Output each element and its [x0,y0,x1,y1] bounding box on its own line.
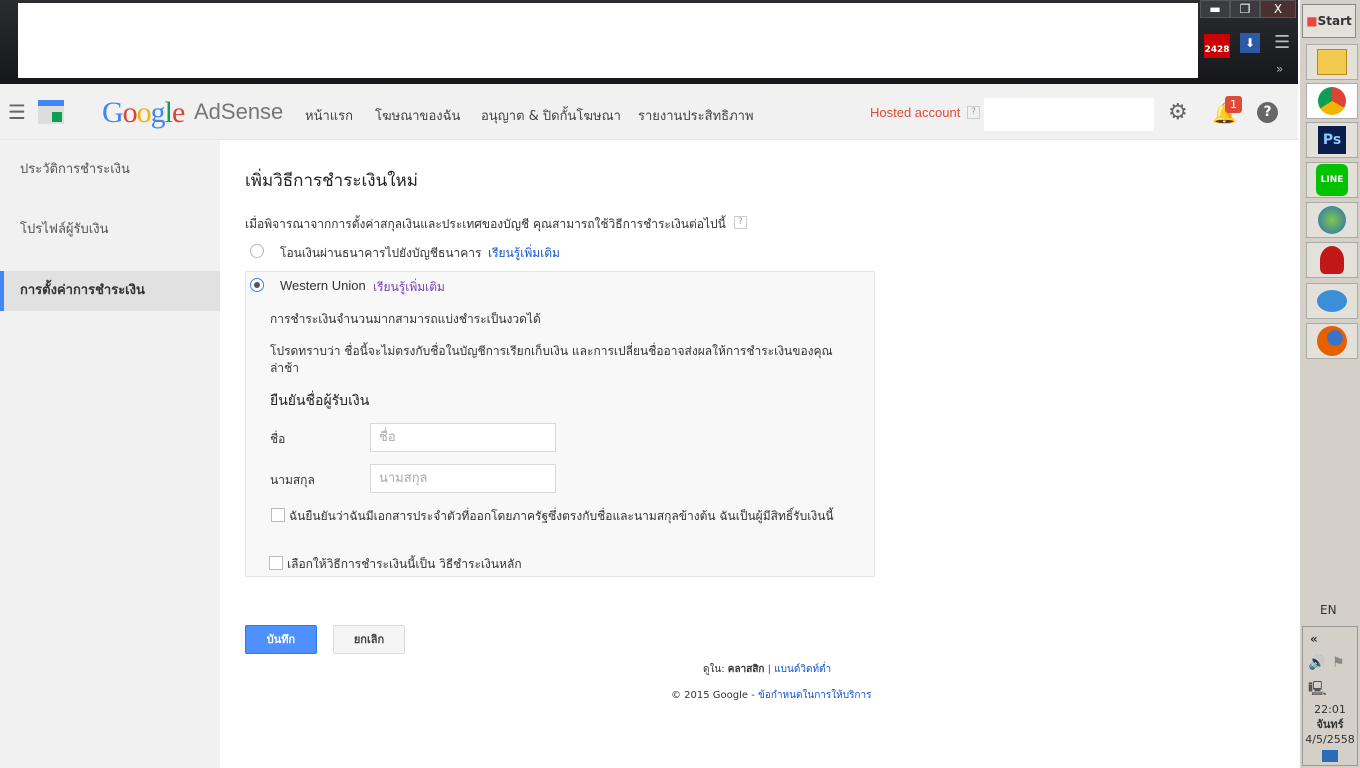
last-name-label: นามสกุล [270,473,315,487]
account-box[interactable] [984,98,1154,131]
western-union-radio[interactable] [250,278,264,292]
confirm-identity-checkbox[interactable] [271,508,285,522]
footer-copyright: © 2015 Google - ข้อกำหนดในการให้บริการ [671,688,871,703]
mail-count: 2428 [1204,45,1230,55]
download-icon[interactable]: ⬇ [1240,33,1260,53]
last-name-input[interactable] [370,464,556,493]
first-name-input[interactable] [370,423,556,452]
nav-home[interactable]: หน้าแรก [305,105,353,126]
chat-icon[interactable] [1306,283,1358,319]
help-circle-icon[interactable]: ? [1257,102,1278,123]
settings-gear-icon[interactable]: ⚙ [1168,100,1188,125]
view-mode: ดูใน: คลาสสิก | แบนด์วิดท์ต่ำ [703,662,831,677]
nav-allow-block-ads[interactable]: อนุญาต & ปิดกั้นโฆษณา [481,105,621,126]
menu-icon[interactable]: ☰ [1274,32,1290,53]
clock[interactable]: 22:01 จันทร์ 4/5/2558 [1302,702,1358,747]
installments-note: การชำระเงินจำนวนมากสามารถแบ่งชำระเป็นงวด… [270,312,541,326]
view-in-label: ดูใน: [703,664,725,675]
page-title: เพิ่มวิธีการชำระเงินใหม่ [245,171,418,191]
network-icon[interactable]: 🖳 [1308,678,1327,702]
bookmarks-more[interactable]: » [1276,62,1283,76]
chrome-icon[interactable] [1306,83,1358,119]
low-bandwidth-link[interactable]: แบนด์วิดท์ต่ำ [774,664,831,675]
save-button[interactable]: บันทึก [245,625,317,654]
adsense-logo-text: AdSense [194,99,284,124]
first-name-label: ชื่อ [270,432,286,446]
apps-icon[interactable] [38,100,64,124]
nav-performance-reports[interactable]: รายงานประสิทธิภาพ [638,105,754,126]
confirm-identity-label: ฉันยืนยันว่าฉันมีเอกสารประจำตัวที่ออกโดย… [289,509,834,523]
bank-transfer-learn-more-link[interactable]: เรียนรู้เพิ่มเติม [488,244,560,263]
cancel-button[interactable]: ยกเลิก [333,625,405,654]
hamburger-menu-icon[interactable]: ☰ [8,102,26,122]
redacted-area [18,3,1198,78]
western-union-label: Western Union [280,278,366,293]
sidebar-item-payment-settings[interactable]: การตั้งค่าการชำระเงิน [0,271,220,311]
minimize-button[interactable]: ▬ [1200,0,1230,18]
primary-method-label: เลือกให้วิธีการชำระเงินนี้เป็น วิธีชำระเ… [287,557,522,571]
language-indicator[interactable]: EN [1320,603,1337,617]
explorer-icon[interactable] [1306,44,1358,80]
intro-text: เมื่อพิจารณาจากการตั้งค่าสกุลเงินและประเ… [245,217,726,231]
nav-my-ads[interactable]: โฆษณาของฉัน [375,105,460,126]
sidebar-item-payment-history[interactable]: ประวัติการชำระเงิน [0,150,220,190]
flag-icon[interactable]: ⚑ [1332,655,1345,671]
bank-transfer-radio[interactable] [250,244,264,258]
copyright-text: © 2015 Google - [671,690,755,701]
intro-help-icon[interactable]: ? [734,216,747,229]
start-button[interactable]: ■Start [1302,4,1356,38]
hosted-account-label: Hosted account [870,105,961,120]
separator: | [767,664,772,675]
classic-view: คลาสสิก [727,664,765,675]
download-manager-icon[interactable] [1306,202,1358,238]
restore-button[interactable]: ❐ [1230,0,1260,18]
line-icon[interactable]: LINE [1306,162,1358,198]
western-union-learn-more-link[interactable]: เรียนรู้เพิ่มเติม [373,278,445,297]
gmail-extension-icon[interactable]: 2428 [1204,34,1230,58]
red-app-icon[interactable] [1306,242,1358,278]
show-desktop-icon[interactable] [1322,750,1338,762]
tray-expand[interactable]: « [1310,632,1318,646]
google-logo[interactable]: Google [102,96,185,130]
help-icon[interactable]: ? [967,106,980,119]
terms-link[interactable]: ข้อกำหนดในการให้บริการ [758,690,871,701]
sidebar-item-payee-profile[interactable]: โปรไฟล์ผู้รับเงิน [0,210,220,250]
bank-transfer-label: โอนเงินผ่านธนาคารไปยังบัญชีธนาคาร [280,246,482,260]
notification-badge: 1 [1225,96,1242,113]
primary-method-checkbox[interactable] [269,556,283,570]
name-mismatch-note: โปรดทราบว่า ชื่อนี้จะไม่ตรงกับชื่อในบัญช… [270,344,833,358]
photoshop-icon[interactable]: Ps [1306,122,1358,158]
close-button[interactable]: X [1260,0,1296,18]
name-mismatch-note-cont: ล่าช้า [270,361,299,375]
volume-icon[interactable]: 🔊 [1308,655,1325,671]
firefox-icon[interactable] [1306,323,1358,359]
verify-payee-title: ยืนยันชื่อผู้รับเงิน [270,393,370,409]
